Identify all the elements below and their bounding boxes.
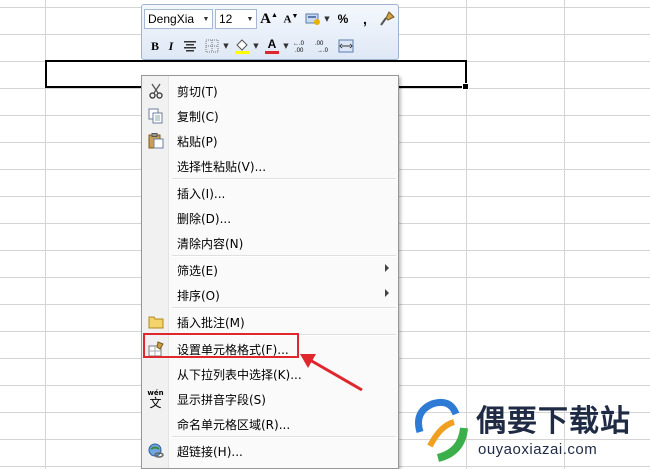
menu-item-label: 排序(O)	[177, 289, 220, 303]
comment-icon	[147, 313, 164, 330]
menu-item-label: 超链接(H)...	[177, 445, 243, 459]
borders-icon	[205, 39, 219, 53]
menu-item-label: 删除(D)...	[177, 212, 232, 226]
chevron-down-icon[interactable]: ▼	[245, 10, 255, 28]
shrink-font-button[interactable]: A▼	[281, 9, 301, 29]
mini-toolbar: DengXia ▼ 12 ▼ A▲ A▼ ▼ % , B I ▼ ▼ A ▼ ←…	[141, 4, 399, 60]
context-menu: 剪切(T) 复制(C) 粘贴(P) 选择性粘贴(V)... 插入(I)... 删…	[141, 75, 399, 469]
font-name-value: DengXia	[148, 12, 195, 26]
menu-item-label: 插入(I)...	[177, 187, 226, 201]
align-center-button[interactable]	[180, 36, 200, 56]
submenu-arrow-icon	[385, 289, 389, 297]
watermark-logo: 偶要下载站 ouyaoxiazai.com	[406, 388, 650, 469]
svg-text:.00: .00	[295, 48, 304, 53]
increase-decimal-icon: ←.0.00	[293, 41, 305, 53]
italic-button[interactable]: I	[164, 36, 178, 56]
chevron-down-icon[interactable]: ▼	[252, 42, 260, 50]
merge-center-button[interactable]	[336, 36, 356, 56]
watermark-url: ouyaoxiazai.com	[478, 441, 598, 458]
svg-text:→.0: →.0	[317, 48, 329, 53]
font-name-combo[interactable]: DengXia ▼	[144, 9, 213, 29]
format-painter-button[interactable]	[377, 9, 397, 29]
menu-item-cut[interactable]: 剪切(T)	[143, 78, 397, 103]
menu-item-label: 选择性粘贴(V)...	[177, 160, 267, 174]
font-color-icon: A	[267, 37, 277, 51]
chevron-down-icon[interactable]: ▼	[201, 10, 211, 28]
fill-color-icon	[235, 39, 249, 54]
decrease-decimal-button[interactable]: .00 →.0	[314, 36, 334, 56]
percent-icon: %	[337, 12, 349, 26]
logo-icon	[415, 398, 468, 462]
format-painter-icon	[380, 11, 395, 26]
merge-center-icon	[338, 39, 354, 53]
accounting-icon	[305, 13, 320, 25]
menu-item-label: 命名单元格区域(R)...	[177, 418, 291, 432]
menu-item-label: 剪切(T)	[177, 85, 218, 99]
menu-item-label: 从下拉列表中选择(K)...	[177, 368, 302, 382]
mini-toolbar-row-1: DengXia ▼ 12 ▼ A▲ A▼ ▼ % ,	[144, 8, 397, 30]
italic-icon: I	[168, 38, 174, 53]
menu-item-label: 粘贴(P)	[177, 135, 218, 149]
font-color-bar	[265, 51, 279, 54]
accounting-format-button[interactable]	[303, 9, 323, 29]
red-arrow-icon	[300, 354, 363, 392]
fill-color-button[interactable]	[232, 36, 252, 56]
grow-font-button[interactable]: A▲	[259, 9, 279, 29]
font-color-button[interactable]: A	[262, 36, 282, 56]
menu-item-clear-contents[interactable]: 清除内容(N)	[143, 230, 397, 255]
menu-item-label: 筛选(E)	[177, 264, 218, 278]
menu-item-sort[interactable]: 排序(O)	[143, 282, 397, 307]
menu-item-insert-comment[interactable]: 插入批注(M)	[143, 309, 397, 334]
percent-style-button[interactable]: %	[333, 9, 353, 29]
menu-item-insert[interactable]: 插入(I)...	[143, 180, 397, 205]
bold-icon: B	[150, 38, 159, 53]
decrease-decimal-icon: .00→.0	[315, 41, 329, 53]
bold-button[interactable]: B	[148, 36, 162, 56]
mini-toolbar-row-2: B I ▼ ▼ A ▼ ←.0.00 .00 →.0	[144, 35, 356, 57]
phonetic-icon: wén 文	[147, 389, 164, 410]
menu-item-label: 复制(C)	[177, 110, 219, 124]
shrink-font-icon: A▼	[283, 12, 299, 26]
increase-decimal-button[interactable]: ←.0.00	[292, 36, 312, 56]
hyperlink-icon	[147, 442, 164, 459]
menu-item-copy[interactable]: 复制(C)	[143, 103, 397, 128]
menu-item-delete[interactable]: 删除(D)...	[143, 205, 397, 230]
font-size-value: 12	[219, 12, 233, 26]
menu-item-paste-special[interactable]: 选择性粘贴(V)...	[143, 153, 397, 178]
svg-text:.00: .00	[315, 41, 324, 47]
menu-item-label: 插入批注(M)	[177, 316, 245, 330]
chevron-down-icon[interactable]: ▼	[282, 42, 290, 50]
paste-icon	[147, 132, 164, 149]
comma-icon: ,	[363, 11, 367, 27]
submenu-arrow-icon	[385, 264, 389, 272]
fill-handle[interactable]	[462, 83, 469, 90]
menu-item-label: 清除内容(N)	[177, 237, 244, 251]
watermark-title: 偶要下载站	[476, 404, 631, 439]
phonetic-icon-char: 文	[149, 395, 162, 410]
scissors-icon	[147, 82, 164, 99]
copy-icon	[147, 107, 164, 124]
highlight-box	[143, 333, 299, 358]
grow-font-icon: A▲	[260, 10, 278, 27]
menu-item-name-range[interactable]: 命名单元格区域(R)...	[143, 411, 397, 436]
svg-text:←.0: ←.0	[293, 41, 305, 47]
menu-item-filter[interactable]: 筛选(E)	[143, 257, 397, 282]
font-size-combo[interactable]: 12 ▼	[215, 9, 257, 29]
chevron-down-icon[interactable]: ▼	[323, 15, 331, 23]
align-center-icon	[184, 41, 196, 52]
menu-item-label: 显示拼音字段(S)	[177, 393, 266, 407]
borders-button[interactable]	[202, 36, 222, 56]
chevron-down-icon[interactable]: ▼	[222, 42, 230, 50]
comma-style-button[interactable]: ,	[355, 9, 375, 29]
menu-item-paste[interactable]: 粘贴(P)	[143, 128, 397, 153]
menu-item-hyperlink[interactable]: 超链接(H)...	[143, 438, 397, 463]
